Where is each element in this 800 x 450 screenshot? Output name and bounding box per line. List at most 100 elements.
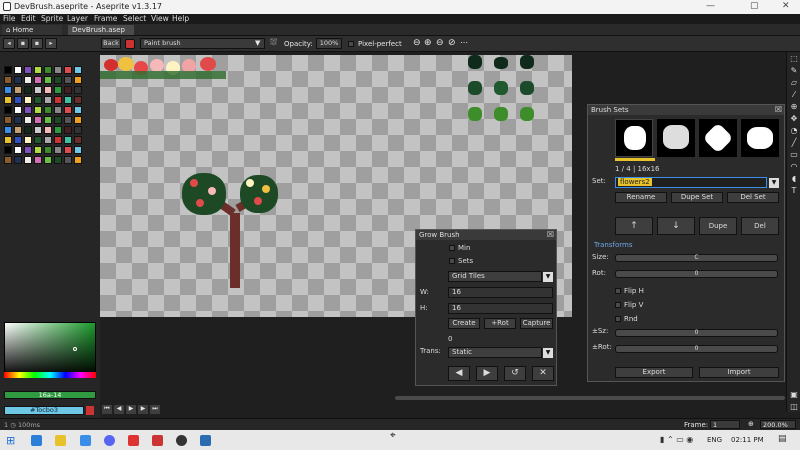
- set-select[interactable]: flowers2: [615, 177, 767, 188]
- export-button[interactable]: Export: [615, 367, 693, 378]
- tag-close-icon[interactable]: [86, 406, 94, 415]
- palette-swatch[interactable]: [44, 106, 52, 114]
- clock[interactable]: 02:11 PM: [731, 436, 764, 444]
- palette-swatch[interactable]: [14, 66, 22, 74]
- prot-slider[interactable]: 0: [615, 345, 778, 353]
- palette-swatch[interactable]: [64, 86, 72, 94]
- brush-thumb-4[interactable]: [741, 119, 779, 157]
- import-button[interactable]: Import: [699, 367, 779, 378]
- palette-swatch[interactable]: [54, 156, 62, 164]
- notification-icon[interactable]: ▤: [778, 434, 787, 444]
- move-icon[interactable]: ✥: [789, 114, 799, 124]
- set-dropdown-icon[interactable]: ▼: [769, 178, 779, 188]
- palette-swatch[interactable]: [54, 136, 62, 144]
- palette-swatch[interactable]: [4, 76, 12, 84]
- opacity-input[interactable]: 100%: [316, 38, 342, 49]
- brush-sets-close-icon[interactable]: ☒: [775, 105, 782, 114]
- rename-button[interactable]: Rename: [615, 192, 667, 203]
- del-button[interactable]: Del: [741, 217, 779, 235]
- text-icon[interactable]: T: [789, 186, 799, 196]
- palette-swatch[interactable]: [74, 86, 82, 94]
- palette-swatch[interactable]: [4, 146, 12, 154]
- palette-swatch[interactable]: [4, 86, 12, 94]
- palette-swatch[interactable]: [74, 66, 82, 74]
- palette-swatch[interactable]: [14, 116, 22, 124]
- symmetry-icon-3[interactable]: ⊖: [436, 38, 444, 48]
- palette-swatch[interactable]: [74, 76, 82, 84]
- minimize-icon[interactable]: —: [706, 1, 715, 11]
- move-up-button[interactable]: ↑: [615, 217, 653, 235]
- menu-view[interactable]: View: [151, 14, 169, 23]
- palette-swatch[interactable]: [24, 106, 32, 114]
- del-set-button[interactable]: Del Set: [727, 192, 779, 203]
- menu-select[interactable]: Select: [123, 14, 146, 23]
- palette-swatch[interactable]: [64, 116, 72, 124]
- palette-swatch[interactable]: [24, 156, 32, 164]
- taskbar-app-4-icon[interactable]: [104, 435, 115, 446]
- palette-swatch[interactable]: [64, 106, 72, 114]
- palette-swatch[interactable]: [14, 106, 22, 114]
- brush-color-icon[interactable]: [125, 39, 135, 49]
- palette-swatch[interactable]: [24, 116, 32, 124]
- back-button[interactable]: Back: [101, 38, 121, 49]
- tool-button-1[interactable]: ◂: [3, 38, 15, 49]
- palette-swatch[interactable]: [24, 126, 32, 134]
- move-down-button[interactable]: ↓: [657, 217, 695, 235]
- more-icon[interactable]: ⋯: [460, 38, 468, 47]
- preview-icon[interactable]: ▣: [789, 390, 799, 400]
- w-input[interactable]: 16: [448, 287, 553, 298]
- palette-swatch[interactable]: [64, 96, 72, 104]
- palette-swatch[interactable]: [64, 76, 72, 84]
- zoom-icon[interactable]: ⊕: [789, 102, 799, 112]
- symmetry-icon-2[interactable]: ⊕: [424, 38, 432, 48]
- taskbar-app-5-icon[interactable]: [128, 435, 139, 446]
- palette-swatch[interactable]: [44, 156, 52, 164]
- dupe-button[interactable]: Dupe: [699, 217, 737, 235]
- next-frame-icon[interactable]: ▶: [138, 405, 148, 414]
- menu-sprite[interactable]: Sprite: [41, 14, 63, 23]
- line-icon[interactable]: ╱: [789, 138, 799, 148]
- palette-swatch[interactable]: [14, 76, 22, 84]
- last-frame-icon[interactable]: ⏭: [150, 405, 160, 414]
- create-button[interactable]: Create: [448, 318, 480, 329]
- zoom-input[interactable]: 200.0%: [760, 420, 796, 429]
- flip-v-checkbox[interactable]: [615, 302, 621, 308]
- tool-button-2[interactable]: ▪: [17, 38, 29, 49]
- taskbar-app-3-icon[interactable]: [80, 435, 91, 446]
- palette-swatch[interactable]: [14, 136, 22, 144]
- palette-swatch[interactable]: [44, 126, 52, 134]
- palette-swatch[interactable]: [74, 126, 82, 134]
- marquee-icon[interactable]: ⬚: [789, 54, 799, 64]
- brush-thumb-1[interactable]: [615, 119, 653, 157]
- first-frame-icon[interactable]: ⏮: [102, 405, 112, 414]
- palette-swatch[interactable]: [54, 86, 62, 94]
- palette-swatch[interactable]: [4, 116, 12, 124]
- contour-icon[interactable]: ◠: [789, 162, 799, 172]
- palette-swatch[interactable]: [4, 96, 12, 104]
- palette-swatch[interactable]: [74, 96, 82, 104]
- menu-layer[interactable]: Layer: [67, 14, 88, 23]
- palette-swatch[interactable]: [14, 126, 22, 134]
- palette-swatch[interactable]: [54, 76, 62, 84]
- palette-swatch[interactable]: [54, 146, 62, 154]
- maximize-icon[interactable]: ▢: [750, 1, 759, 11]
- tag-field[interactable]: #Tocbo3: [4, 406, 84, 415]
- trans-dropdown-icon[interactable]: ▼: [543, 348, 553, 358]
- min-checkbox[interactable]: [449, 245, 455, 251]
- tab-document[interactable]: DevBrush.asep ●: [68, 25, 134, 44]
- taskbar-app-6-icon[interactable]: [152, 435, 163, 446]
- mode-select[interactable]: Grid Tiles: [448, 271, 542, 282]
- pencil-icon[interactable]: ✎: [789, 66, 799, 76]
- palette-swatch[interactable]: [34, 156, 42, 164]
- palette-swatch[interactable]: [4, 136, 12, 144]
- capture-button[interactable]: Capture: [520, 318, 553, 329]
- brush-thumb-2[interactable]: [657, 119, 695, 157]
- palette-swatch[interactable]: [44, 96, 52, 104]
- palette-swatch[interactable]: [34, 96, 42, 104]
- palette-swatch[interactable]: [14, 156, 22, 164]
- palette-swatch[interactable]: [34, 76, 42, 84]
- palette-swatch[interactable]: [64, 146, 72, 154]
- palette-swatch[interactable]: [44, 136, 52, 144]
- reset-button[interactable]: ↺: [504, 366, 526, 381]
- palette-swatch[interactable]: [34, 106, 42, 114]
